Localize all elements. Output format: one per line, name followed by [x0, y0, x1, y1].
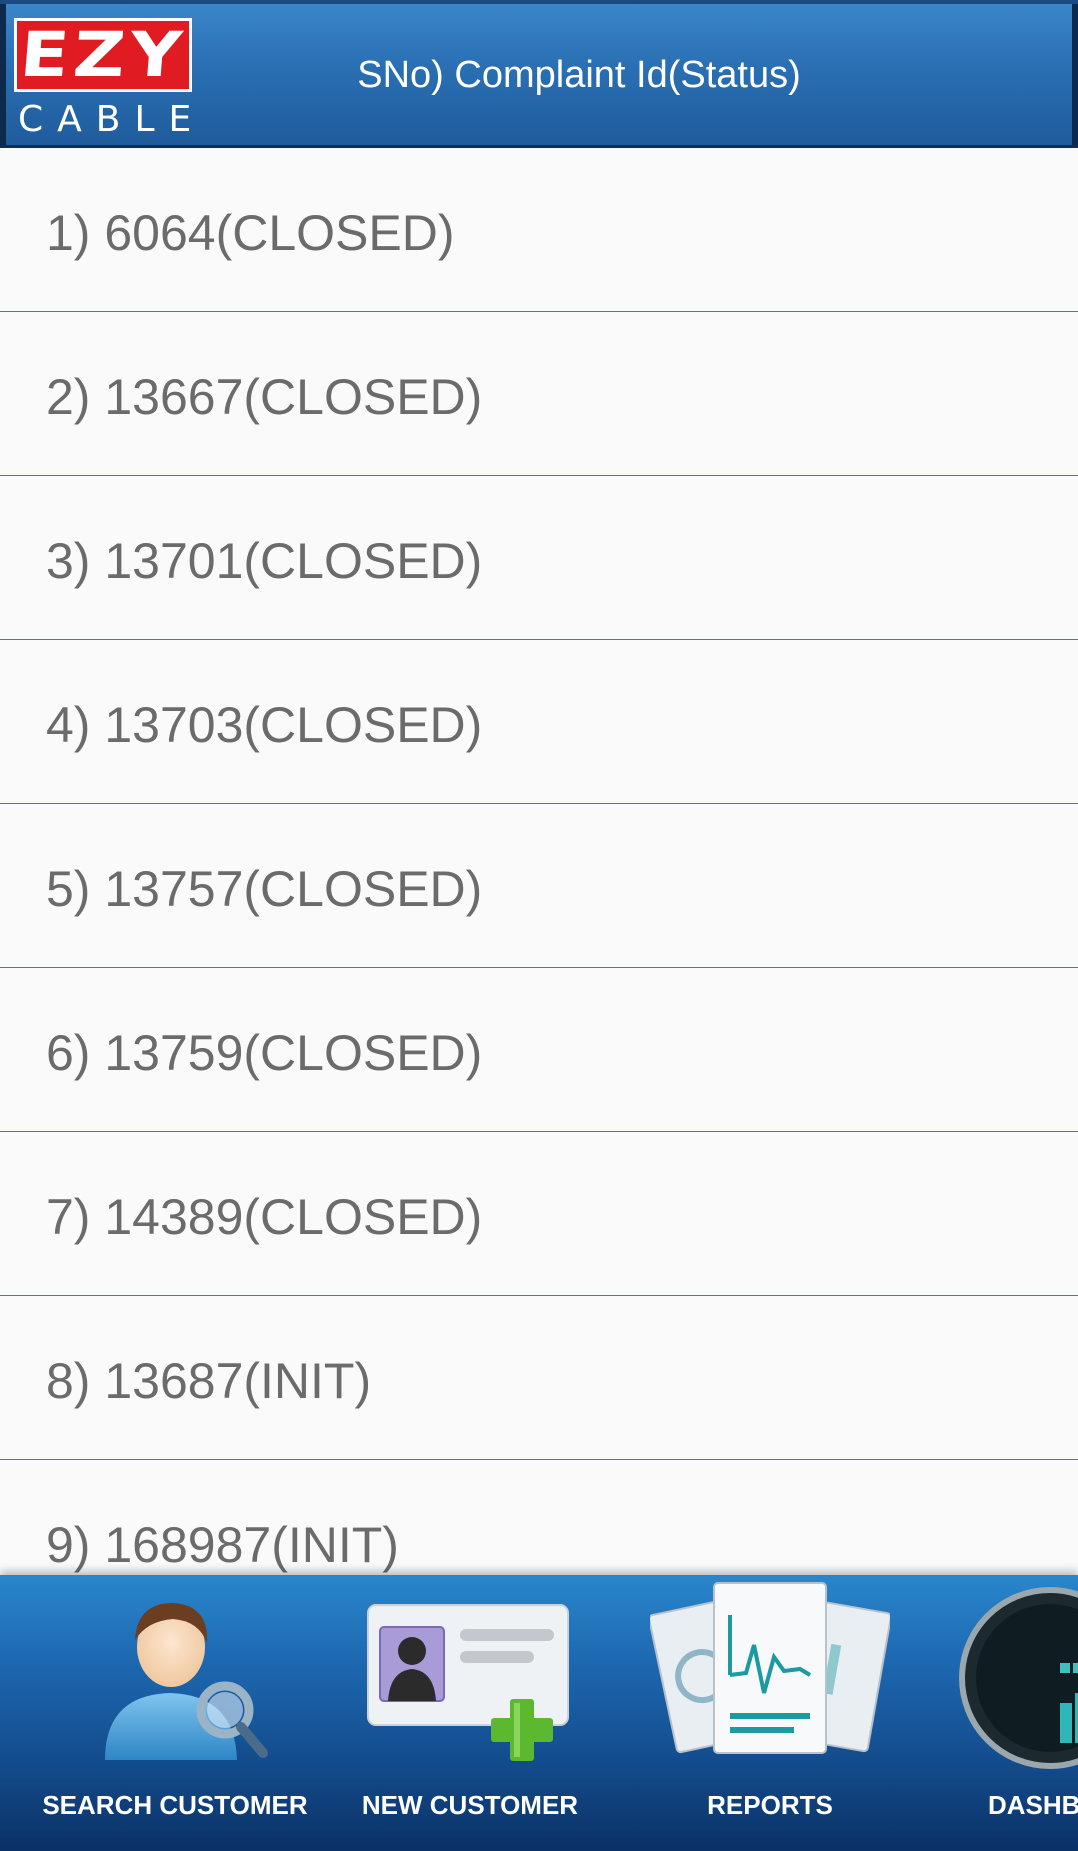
- complaint-label: 9) 168987(INIT): [46, 1517, 399, 1573]
- list-item[interactable]: 1) 6064(CLOSED): [0, 148, 1078, 312]
- complaint-label: 1) 6064(CLOSED): [46, 205, 455, 261]
- bottom-nav: SEARCH CUSTOMER NEW CUSTOMER REPORTS DAS…: [0, 1575, 1078, 1851]
- complaint-list: 1) 6064(CLOSED) 2) 13667(CLOSED) 3) 1370…: [0, 148, 1078, 1624]
- complaint-label: 5) 13757(CLOSED): [46, 861, 483, 917]
- list-item[interactable]: 2) 13667(CLOSED): [0, 312, 1078, 476]
- nav-label: REPORTS: [707, 1790, 833, 1820]
- nav-label: SEARCH CUSTOMER: [42, 1790, 308, 1820]
- complaint-label: 7) 14389(CLOSED): [46, 1189, 483, 1245]
- nav-search-customer[interactable]: SEARCH CUSTOMER: [20, 1575, 330, 1851]
- nav-reports[interactable]: REPORTS: [640, 1575, 900, 1851]
- complaint-label: 6) 13759(CLOSED): [46, 1025, 483, 1081]
- nav-dashboard[interactable]: DASHB: [930, 1575, 1078, 1851]
- reports-icon: [650, 1582, 890, 1754]
- page-title: SNo) Complaint Id(Status): [357, 54, 801, 96]
- complaint-list-screen: EZY CABLE SNo) Complaint Id(Status) 1) 6…: [0, 0, 1078, 1851]
- logo-text-bottom: CABLE: [18, 99, 206, 140]
- complaint-label: 3) 13701(CLOSED): [46, 533, 483, 589]
- complaint-label: 4) 13703(CLOSED): [46, 697, 483, 753]
- list-item[interactable]: 4) 13703(CLOSED): [0, 640, 1078, 804]
- nav-label: DASHB: [988, 1790, 1078, 1820]
- list-item[interactable]: 6) 13759(CLOSED): [0, 968, 1078, 1132]
- app-header: EZY CABLE SNo) Complaint Id(Status): [0, 0, 1078, 148]
- complaint-label: 2) 13667(CLOSED): [46, 369, 483, 425]
- search-customer-icon: [105, 1603, 268, 1760]
- list-item[interactable]: 3) 13701(CLOSED): [0, 476, 1078, 640]
- list-item[interactable]: 8) 13687(INIT): [0, 1296, 1078, 1460]
- list-item[interactable]: 7) 14389(CLOSED): [0, 1132, 1078, 1296]
- list-item[interactable]: 5) 13757(CLOSED): [0, 804, 1078, 968]
- dashboard-icon: [959, 1587, 1078, 1769]
- nav-new-customer[interactable]: NEW CUSTOMER: [335, 1575, 605, 1851]
- nav-label: NEW CUSTOMER: [361, 1790, 579, 1820]
- new-customer-icon: [367, 1604, 569, 1761]
- complaint-label: 8) 13687(INIT): [46, 1353, 372, 1409]
